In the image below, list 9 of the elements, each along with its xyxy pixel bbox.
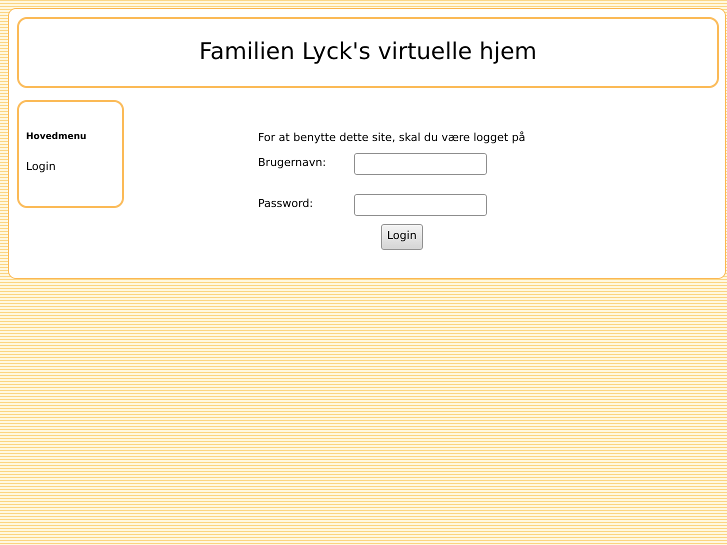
field-label: Password: [258,196,314,212]
input-field[interactable] [354,194,487,216]
field-label: Brugernavn: [258,155,328,172]
input-field[interactable] [354,152,487,174]
site-title: Familien Lyck's virtuelle hjem [199,38,537,68]
menu-heading: Hovedmenu [26,131,88,144]
menu-link[interactable]: Login [26,158,56,175]
login-button[interactable]: Login [381,224,423,250]
login-intro: For at benytte dette site, skal du være logget på [258,130,526,146]
